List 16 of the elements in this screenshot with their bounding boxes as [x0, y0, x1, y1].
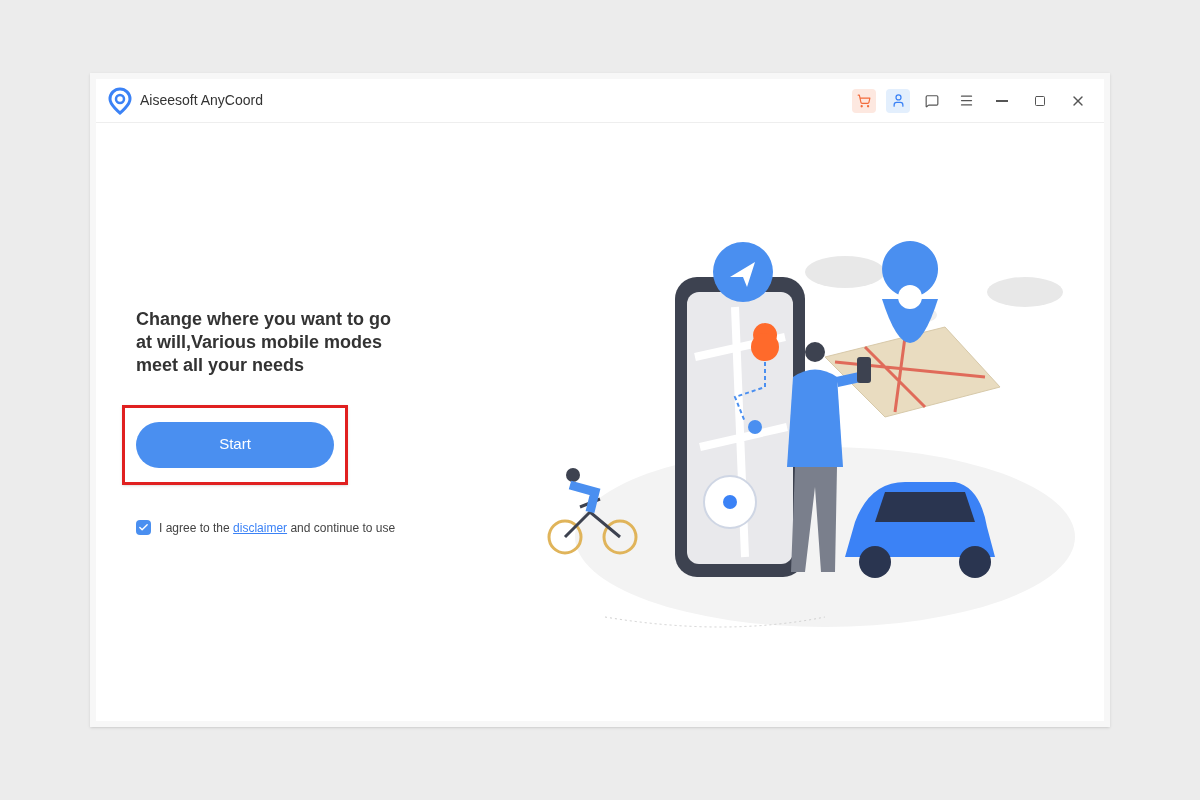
- start-button[interactable]: Start: [136, 421, 334, 468]
- cart-icon: [857, 93, 871, 108]
- window-title: Aiseesoft AnyCoord: [140, 91, 263, 110]
- user-icon: [890, 93, 906, 108]
- minimize-icon: [996, 99, 1008, 102]
- location-pin-icon: [108, 86, 132, 115]
- user-button[interactable]: [886, 88, 910, 113]
- cart-button[interactable]: [852, 88, 876, 113]
- headline: Change where you want to go at will,Various mobile modes meet all your needs: [136, 307, 392, 377]
- check-icon: [138, 522, 149, 533]
- menu-icon: [958, 93, 974, 108]
- disclaimer-link[interactable]: disclaimer: [233, 520, 288, 535]
- agree-checkbox[interactable]: [136, 520, 151, 535]
- maximize-icon: [1034, 94, 1046, 107]
- agreement-text: I agree to the disclaimer and continue to use: [159, 519, 396, 537]
- chat-icon: [925, 93, 939, 108]
